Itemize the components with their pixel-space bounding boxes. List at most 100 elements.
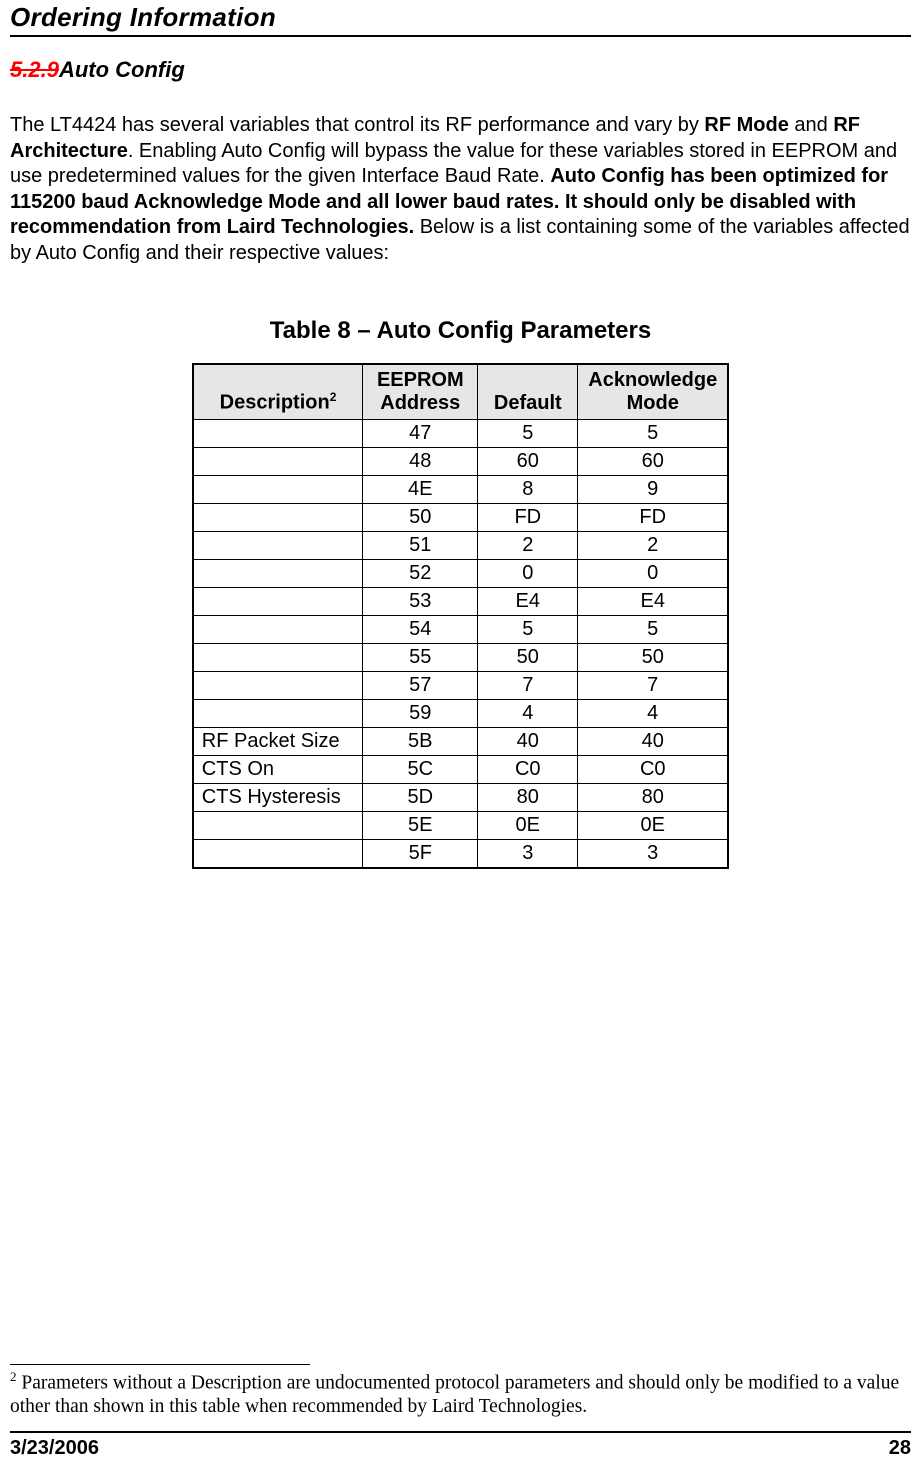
th-description-label: Description <box>220 392 330 414</box>
table-row: 5122 <box>193 531 728 559</box>
cell-address: 51 <box>363 531 478 559</box>
cell-default: 80 <box>478 783 578 811</box>
table-header-row: Description2 EEPROM Address Default Ackn… <box>193 364 728 420</box>
cell-description <box>193 503 363 531</box>
para-bold-1: RF Mode <box>704 114 788 136</box>
table-row: 4E89 <box>193 475 728 503</box>
footnote-separator <box>10 1364 310 1365</box>
footer-line: 3/23/2006 28 <box>10 1431 911 1460</box>
th-default: Default <box>478 364 578 420</box>
body-paragraph: The LT4424 has several variables that co… <box>10 113 911 267</box>
cell-acknowledge: C0 <box>578 755 728 783</box>
cell-description <box>193 671 363 699</box>
cell-default: 7 <box>478 671 578 699</box>
cell-description <box>193 419 363 447</box>
page-footer-wrap: 2 Parameters without a Description are u… <box>10 1362 911 1460</box>
para-text-1: The LT4424 has several variables that co… <box>10 114 704 136</box>
cell-description <box>193 643 363 671</box>
cell-acknowledge: 0E <box>578 811 728 839</box>
table-row: 486060 <box>193 447 728 475</box>
cell-description <box>193 615 363 643</box>
cell-acknowledge: E4 <box>578 587 728 615</box>
cell-address: 53 <box>363 587 478 615</box>
cell-description <box>193 559 363 587</box>
cell-acknowledge: 3 <box>578 839 728 868</box>
cell-address: 5D <box>363 783 478 811</box>
table-row: 4755 <box>193 419 728 447</box>
cell-acknowledge: 5 <box>578 419 728 447</box>
cell-default: 5 <box>478 615 578 643</box>
table-row: 5944 <box>193 699 728 727</box>
cell-default: 0E <box>478 811 578 839</box>
cell-address: 4E <box>363 475 478 503</box>
table-row: 5200 <box>193 559 728 587</box>
table-row: 5E0E0E <box>193 811 728 839</box>
cell-address: 5F <box>363 839 478 868</box>
cell-address: 55 <box>363 643 478 671</box>
cell-description <box>193 699 363 727</box>
section-heading: 5.2.9Auto Config <box>10 57 911 83</box>
cell-acknowledge: 80 <box>578 783 728 811</box>
footnote-text: Parameters without a Description are und… <box>10 1372 899 1417</box>
section-number: 5.2.9 <box>10 57 59 82</box>
cell-acknowledge: 2 <box>578 531 728 559</box>
cell-default: 4 <box>478 699 578 727</box>
cell-acknowledge: 0 <box>578 559 728 587</box>
cell-description: CTS On <box>193 755 363 783</box>
page-header: Ordering Information <box>10 2 911 37</box>
table-row: CTS Hysteresis5D8080 <box>193 783 728 811</box>
cell-default: 50 <box>478 643 578 671</box>
cell-acknowledge: 5 <box>578 615 728 643</box>
table-row: 5455 <box>193 615 728 643</box>
cell-acknowledge: FD <box>578 503 728 531</box>
cell-description <box>193 587 363 615</box>
table-title: Table 8 – Auto Config Parameters <box>10 317 911 345</box>
section-name: Auto Config <box>59 57 185 82</box>
footer-page: 28 <box>889 1437 911 1460</box>
cell-description: RF Packet Size <box>193 727 363 755</box>
cell-address: 52 <box>363 559 478 587</box>
cell-default: 0 <box>478 559 578 587</box>
cell-acknowledge: 60 <box>578 447 728 475</box>
cell-address: 5C <box>363 755 478 783</box>
footer-date: 3/23/2006 <box>10 1437 99 1460</box>
cell-acknowledge: 50 <box>578 643 728 671</box>
cell-default: E4 <box>478 587 578 615</box>
cell-address: 5B <box>363 727 478 755</box>
cell-description <box>193 839 363 868</box>
table-row: RF Packet Size5B4040 <box>193 727 728 755</box>
cell-address: 57 <box>363 671 478 699</box>
cell-address: 54 <box>363 615 478 643</box>
table-row: 555050 <box>193 643 728 671</box>
cell-default: 8 <box>478 475 578 503</box>
cell-default: 40 <box>478 727 578 755</box>
cell-default: C0 <box>478 755 578 783</box>
th-description: Description2 <box>193 364 363 420</box>
cell-description <box>193 475 363 503</box>
cell-default: 60 <box>478 447 578 475</box>
cell-address: 5E <box>363 811 478 839</box>
table-row: 5777 <box>193 671 728 699</box>
cell-default: FD <box>478 503 578 531</box>
cell-acknowledge: 4 <box>578 699 728 727</box>
cell-acknowledge: 7 <box>578 671 728 699</box>
parameters-table: Description2 EEPROM Address Default Ackn… <box>192 363 729 869</box>
cell-default: 2 <box>478 531 578 559</box>
footnote: 2 Parameters without a Description are u… <box>10 1369 911 1419</box>
table-row: 5F33 <box>193 839 728 868</box>
cell-default: 5 <box>478 419 578 447</box>
cell-description <box>193 811 363 839</box>
table-row: CTS On5CC0C0 <box>193 755 728 783</box>
cell-default: 3 <box>478 839 578 868</box>
th-address: EEPROM Address <box>363 364 478 420</box>
cell-acknowledge: 40 <box>578 727 728 755</box>
cell-description <box>193 531 363 559</box>
table-row: 50FDFD <box>193 503 728 531</box>
cell-address: 47 <box>363 419 478 447</box>
cell-description: CTS Hysteresis <box>193 783 363 811</box>
table-row: 53E4E4 <box>193 587 728 615</box>
cell-address: 50 <box>363 503 478 531</box>
cell-address: 48 <box>363 447 478 475</box>
table-body: 47554860604E8950FDFD5122520053E4E4545555… <box>193 419 728 868</box>
th-description-sup: 2 <box>330 390 337 404</box>
